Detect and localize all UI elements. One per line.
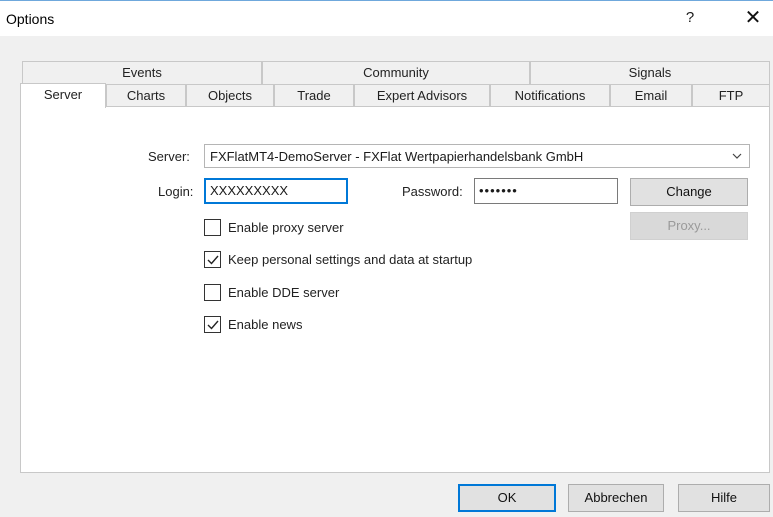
- tab-email[interactable]: Email: [610, 84, 692, 107]
- proxy-button[interactable]: Proxy...: [630, 212, 748, 240]
- chevron-down-icon[interactable]: [731, 147, 743, 168]
- keep-settings-label: Keep personal settings and data at start…: [228, 252, 473, 267]
- tab-community[interactable]: Community: [262, 61, 530, 84]
- enable-proxy-label: Enable proxy server: [228, 220, 344, 235]
- help-icon[interactable]: ?: [680, 7, 700, 29]
- enable-proxy-checkbox[interactable]: [204, 219, 221, 236]
- tab-expert-advisors[interactable]: Expert Advisors: [354, 84, 490, 107]
- keep-settings-checkbox[interactable]: [204, 251, 221, 268]
- enable-news-checkbox[interactable]: [204, 316, 221, 333]
- server-label: Server:: [148, 149, 190, 164]
- tab-events[interactable]: Events: [22, 61, 262, 84]
- checkmark-icon: [207, 320, 219, 330]
- change-button[interactable]: Change: [630, 178, 748, 206]
- server-select-value: FXFlatMT4-DemoServer - FXFlat Wertpapier…: [210, 149, 584, 164]
- tab-signals[interactable]: Signals: [530, 61, 770, 84]
- tab-charts[interactable]: Charts: [106, 84, 186, 107]
- window-title: Options: [6, 11, 55, 27]
- help-button[interactable]: Hilfe: [678, 484, 770, 512]
- tab-server[interactable]: Server: [20, 83, 106, 108]
- tab-notifications[interactable]: Notifications: [490, 84, 610, 107]
- ok-button[interactable]: OK: [458, 484, 556, 512]
- tab-trade[interactable]: Trade: [274, 84, 354, 107]
- close-icon[interactable]: ✕: [738, 5, 768, 31]
- enable-news-label: Enable news: [228, 317, 303, 332]
- cancel-button[interactable]: Abbrechen: [568, 484, 664, 512]
- tab-ftp[interactable]: FTP: [692, 84, 770, 107]
- server-select[interactable]: FXFlatMT4-DemoServer - FXFlat Wertpapier…: [204, 144, 750, 168]
- title-bar: Options ? ✕: [0, 0, 773, 36]
- login-label: Login:: [158, 184, 194, 199]
- tab-objects[interactable]: Objects: [186, 84, 274, 107]
- password-input[interactable]: •••••••: [474, 178, 618, 204]
- password-label: Password:: [402, 184, 463, 199]
- login-input[interactable]: XXXXXXXXX: [204, 178, 348, 204]
- checkmark-icon: [207, 255, 219, 265]
- enable-dde-label: Enable DDE server: [228, 285, 340, 300]
- enable-dde-checkbox[interactable]: [204, 284, 221, 301]
